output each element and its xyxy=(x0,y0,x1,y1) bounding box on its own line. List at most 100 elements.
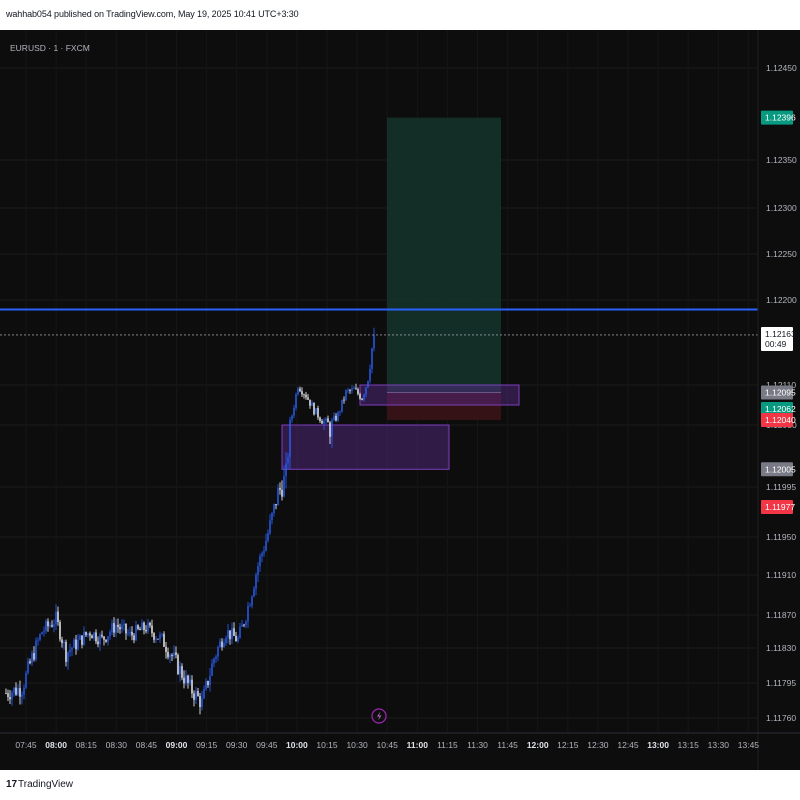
candle-body xyxy=(13,687,15,693)
symbol-label: EURUSD · 1 · FXCM xyxy=(10,43,90,53)
candle-body xyxy=(213,658,215,664)
candle-body xyxy=(51,625,53,627)
candle-body xyxy=(115,624,117,633)
footer-brand: TradingView xyxy=(18,779,74,790)
candle-body xyxy=(95,632,97,642)
candle-body xyxy=(69,649,71,653)
candle-body xyxy=(311,402,313,406)
price-tag-label: 1.12396 xyxy=(765,113,796,123)
candle-body xyxy=(229,630,231,640)
time-tick-label: 09:30 xyxy=(226,740,248,750)
candle-body xyxy=(37,639,39,641)
candle-body xyxy=(283,476,285,497)
candle-body xyxy=(41,632,43,635)
time-tick-label: 08:15 xyxy=(76,740,98,750)
time-tick-label: 08:30 xyxy=(106,740,128,750)
candle-body xyxy=(107,636,109,642)
chart-pane[interactable]: EURUSD · 1 · FXCM 1.12450 1.12350 1.12300 1… xyxy=(0,30,800,770)
candle-body xyxy=(313,402,315,415)
candle-body xyxy=(223,642,225,648)
candle-body xyxy=(43,631,45,633)
candle-body xyxy=(335,415,337,421)
candle-body xyxy=(203,688,205,699)
candle-body xyxy=(59,622,61,640)
candle-body xyxy=(287,457,289,464)
candle-body xyxy=(333,415,335,421)
candle-body xyxy=(365,387,367,395)
candle-body xyxy=(117,624,119,628)
candle-body xyxy=(169,655,171,658)
candle-body xyxy=(239,626,241,638)
price-tag: 1.11977 xyxy=(761,500,795,514)
candle-body xyxy=(295,394,297,408)
price-tag-label: 1.12095 xyxy=(765,388,796,398)
candle-body xyxy=(281,489,283,497)
candle-body xyxy=(351,388,353,391)
lightning-icon[interactable] xyxy=(371,708,387,724)
candle-body xyxy=(221,641,223,648)
candle-body xyxy=(189,679,191,683)
candle-body xyxy=(99,634,101,645)
candle-body xyxy=(289,419,291,458)
candle-body xyxy=(237,637,239,642)
price-tag: 1.12095 xyxy=(761,385,796,400)
candle-body xyxy=(261,553,263,557)
candle-body xyxy=(113,623,115,633)
candle-body xyxy=(233,628,235,636)
candle-body xyxy=(347,390,349,391)
candle-body xyxy=(131,631,133,636)
candle-body xyxy=(299,388,301,392)
candle-body xyxy=(207,681,209,686)
candle-body xyxy=(193,693,195,700)
candle-body xyxy=(183,677,185,684)
candle-body xyxy=(215,656,217,659)
price-chart[interactable]: EURUSD · 1 · FXCM 1.124501.123501.123001… xyxy=(0,30,800,770)
candle-body xyxy=(147,622,149,632)
candle-body xyxy=(357,389,359,395)
price-tick-label: 1.11830 xyxy=(766,643,796,653)
candle-body xyxy=(79,635,81,640)
candle-body xyxy=(373,334,375,349)
candle-body xyxy=(179,666,181,675)
time-tick-label: 10:15 xyxy=(316,740,338,750)
price-tick-label: 1.11950 xyxy=(766,532,796,542)
candle-body xyxy=(161,633,163,635)
current-price-tag: 1.1216300:49 xyxy=(761,326,796,351)
candle-body xyxy=(205,681,207,689)
demand-zone-upper xyxy=(359,384,520,406)
candle-body xyxy=(109,632,111,637)
candle-body xyxy=(23,687,25,695)
candle-body xyxy=(345,390,347,400)
candle-body xyxy=(17,688,19,695)
price-tick-label: 1.12250 xyxy=(766,249,797,259)
candle-body xyxy=(155,638,157,640)
candle-body xyxy=(181,666,183,678)
candle-body xyxy=(303,394,305,396)
candle-body xyxy=(91,635,93,639)
candle-body xyxy=(103,636,105,640)
candles xyxy=(5,327,375,715)
time-tick-label: 12:30 xyxy=(587,740,609,750)
time-tick-label: 08:00 xyxy=(45,740,67,750)
candle-body xyxy=(343,399,345,401)
candle-body xyxy=(321,420,323,424)
candle-body xyxy=(81,635,83,645)
candle-body xyxy=(177,654,179,675)
candle-body xyxy=(133,635,135,641)
price-tick-label: 1.11910 xyxy=(766,570,796,580)
candle-body xyxy=(255,574,257,589)
candle-body xyxy=(361,398,363,400)
candle-body xyxy=(359,394,361,399)
candle-body xyxy=(225,637,227,643)
candle-body xyxy=(127,633,129,635)
take-profit-zone xyxy=(387,117,501,393)
candle-body xyxy=(9,696,11,700)
candle-body xyxy=(61,639,63,644)
candle-body xyxy=(75,639,77,650)
time-tick-label: 07:45 xyxy=(15,740,37,750)
footer: 17 TradingView xyxy=(0,770,800,800)
time-axis[interactable]: 07:45 08:00 08:15 08:30 08:45 09:00 09:15 09:30… xyxy=(0,732,800,750)
price-tick-label: 1.12300 xyxy=(766,203,797,213)
candle-body xyxy=(259,556,261,567)
price-axis[interactable]: 1.124501.123501.123001.122501.122001.121… xyxy=(757,30,797,770)
